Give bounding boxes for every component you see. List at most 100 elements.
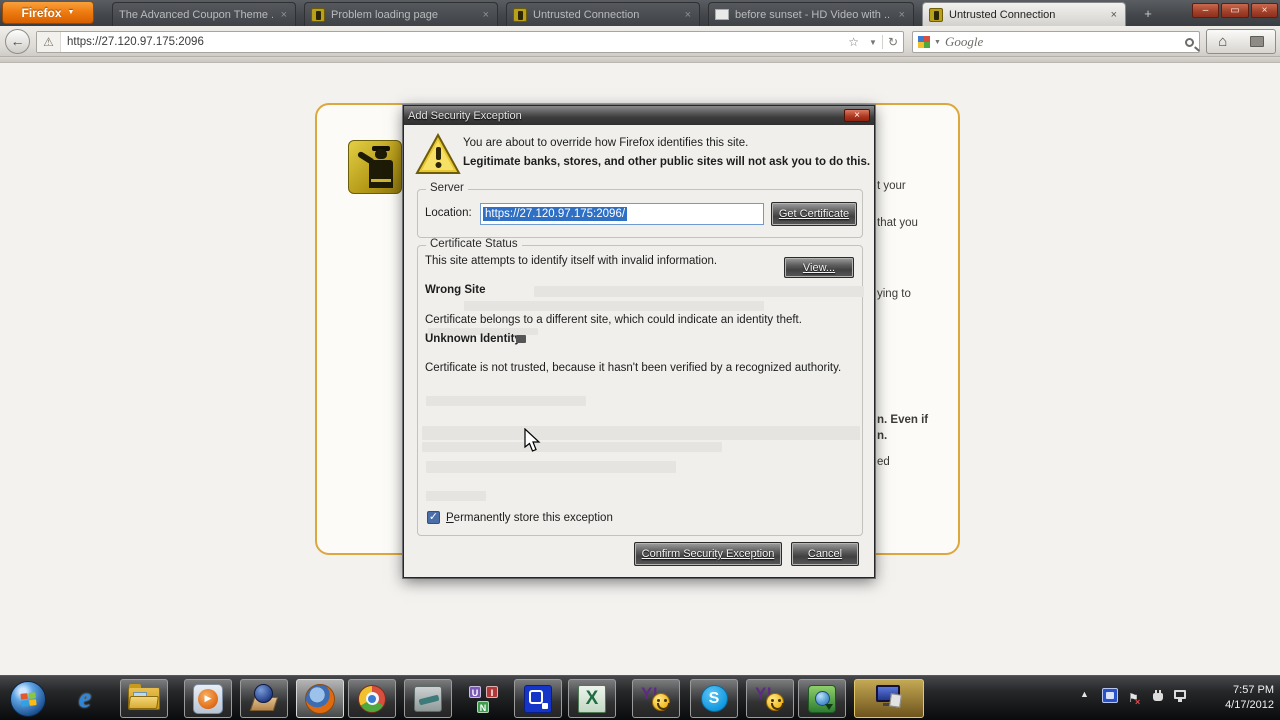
dialog-title: Add Security Exception <box>408 109 522 122</box>
taskbar-item-windows-explorer[interactable] <box>120 679 168 718</box>
tab-close-icon[interactable]: × <box>279 9 289 21</box>
get-certificate-label: Get Certificate <box>778 208 850 220</box>
tab-untrusted-connection-1[interactable]: Untrusted Connection × <box>506 2 700 26</box>
server-legend: Server <box>426 182 468 194</box>
taskbar-item-yahoo-messenger-2[interactable]: Y! <box>746 679 794 718</box>
taskbar-item-gray-app[interactable] <box>404 679 452 718</box>
search-placeholder[interactable]: Google <box>945 34 1181 50</box>
unknown-identity-heading: Unknown Identity <box>425 333 521 345</box>
taskbar-item-media-player[interactable]: ▶ <box>184 679 232 718</box>
bookmark-star-icon[interactable]: ☆ <box>843 35 864 49</box>
dialog-close-button[interactable]: × <box>844 109 870 122</box>
taskbar-item-uin-app[interactable]: U I N <box>460 679 508 718</box>
url-bar[interactable]: ⚠ https://27.120.97.175:2096 ☆ ▼ ↻ <box>36 31 904 53</box>
ghost-row <box>464 301 764 311</box>
tray-action-center-icon[interactable]: ⚑ × <box>1128 691 1141 707</box>
taskbar-item-internet-explorer[interactable]: e <box>62 679 108 718</box>
uin-letter-i: I <box>486 685 498 698</box>
taskbar-item-skype[interactable]: S <box>690 679 738 718</box>
search-engine-dropdown-icon[interactable]: ▼ <box>934 39 941 46</box>
close-icon: × <box>1261 5 1268 16</box>
warning-glyph: ⚠ <box>43 35 54 49</box>
start-button[interactable] <box>8 679 48 718</box>
permanently-store-checkbox[interactable]: ✓ <box>427 511 440 524</box>
search-icon[interactable] <box>1185 37 1194 47</box>
reload-icon[interactable]: ↻ <box>883 35 903 49</box>
firefox-menu-button[interactable]: Firefox ▼ <box>2 1 94 24</box>
close-icon: × <box>854 110 860 121</box>
cancel-label: Cancel <box>807 548 843 560</box>
download-manager-icon <box>808 684 836 713</box>
internet-explorer-icon: e <box>78 682 92 714</box>
plus-icon: + <box>1144 6 1152 21</box>
new-tab-button[interactable]: + <box>1136 6 1160 23</box>
view-label: View... <box>802 261 836 274</box>
gray-app-icon <box>414 685 442 712</box>
chevron-down-icon: ▼ <box>67 9 75 16</box>
location-label: Location: <box>425 207 472 219</box>
taskbar-item-firefox[interactable] <box>296 679 344 718</box>
window-minimize-button[interactable]: – <box>1192 3 1219 18</box>
taskbar-item-computer[interactable] <box>854 679 924 718</box>
bookmarks-panel-icon[interactable] <box>1249 36 1264 47</box>
tab-advanced-coupon-theme[interactable]: The Advanced Coupon Theme ... × <box>112 2 296 26</box>
url-text[interactable]: https://27.120.97.175:2096 <box>61 36 843 48</box>
skype-icon: S <box>700 685 728 712</box>
tab-close-icon[interactable]: × <box>1109 9 1119 21</box>
accesskey-letter: P <box>446 512 454 524</box>
dialog-titlebar[interactable]: Add Security Exception × <box>404 106 874 125</box>
tab-close-icon[interactable]: × <box>897 9 907 21</box>
view-certificate-button[interactable]: View... <box>784 257 854 278</box>
computer-icon <box>872 684 906 713</box>
tab-close-icon[interactable]: × <box>683 9 693 21</box>
label-rest: ermanently store this exception <box>453 512 613 524</box>
uin-letter-u: U <box>469 685 481 698</box>
taskbar-item-chrome[interactable] <box>348 679 396 718</box>
tab-problem-loading-page[interactable]: Problem loading page × <box>304 2 498 26</box>
skype-s-letter: S <box>708 689 720 707</box>
status-line: This site attempts to identify itself wi… <box>425 255 718 267</box>
windows-taskbar: e ▶ U I N X Y! S Y! ▲ ⚑ × 7:57 PM 4/17/2… <box>0 675 1280 720</box>
certificate-status-legend: Certificate Status <box>426 238 522 250</box>
maximize-icon: ▭ <box>1230 5 1240 16</box>
tray-power-icon[interactable] <box>1152 690 1164 703</box>
taskbar-item-excel[interactable]: X <box>568 679 616 718</box>
taskbar-item-globe-app[interactable] <box>240 679 288 718</box>
confirm-security-exception-button[interactable]: Confirm Security Exception <box>634 542 782 566</box>
url-dropdown-icon[interactable]: ▼ <box>864 38 882 47</box>
taskbar-item-yahoo-messenger[interactable]: Y! <box>632 679 680 718</box>
tab-label: Problem loading page <box>331 8 439 21</box>
tray-remote-desktop-icon[interactable] <box>1102 688 1118 703</box>
search-box[interactable]: ▼ Google <box>912 31 1200 53</box>
page-favicon <box>715 9 729 20</box>
tab-close-icon[interactable]: × <box>481 9 491 21</box>
site-identity-warning-icon[interactable]: ⚠ <box>37 32 61 52</box>
add-security-exception-dialog: Add Security Exception × You are about t… <box>403 105 875 578</box>
firefox-menu-label: Firefox <box>21 5 62 20</box>
back-button[interactable]: ← <box>5 29 30 54</box>
tab-before-sunset-video[interactable]: before sunset - HD Video with ... × <box>708 2 914 26</box>
home-icon[interactable]: ⌂ <box>1218 33 1227 50</box>
back-arrow-icon: ← <box>10 33 25 49</box>
page-text-fragment: n. Even if <box>877 414 929 426</box>
tray-show-hidden-icons[interactable]: ▲ <box>1080 689 1089 699</box>
google-favicon <box>918 36 930 48</box>
cancel-button[interactable]: Cancel <box>791 542 859 566</box>
taskbar-item-idm[interactable] <box>798 679 846 718</box>
dialog-intro-line2: Legitimate banks, stores, and other publ… <box>463 156 871 168</box>
taskbar-item-blue-app[interactable] <box>514 679 562 718</box>
window-maximize-button[interactable]: ▭ <box>1221 3 1249 18</box>
window-close-button[interactable]: × <box>1251 3 1278 18</box>
get-certificate-button[interactable]: Get Certificate <box>771 202 857 226</box>
flag-error-x: × <box>1135 697 1141 707</box>
firefox-icon <box>305 683 335 714</box>
tray-clock[interactable]: 7:57 PM 4/17/2012 <box>1198 683 1274 713</box>
permanently-store-label[interactable]: Permanently store this exception <box>446 512 613 524</box>
mouse-cursor <box>524 428 541 452</box>
folder-icon <box>128 684 160 710</box>
location-input[interactable]: https://27.120.97.175:2096/ <box>480 203 764 225</box>
tray-network-icon[interactable] <box>1174 690 1189 703</box>
media-player-icon: ▶ <box>193 683 223 714</box>
warning-triangle-icon <box>415 133 461 174</box>
tab-untrusted-connection-active[interactable]: Untrusted Connection × <box>922 2 1126 26</box>
